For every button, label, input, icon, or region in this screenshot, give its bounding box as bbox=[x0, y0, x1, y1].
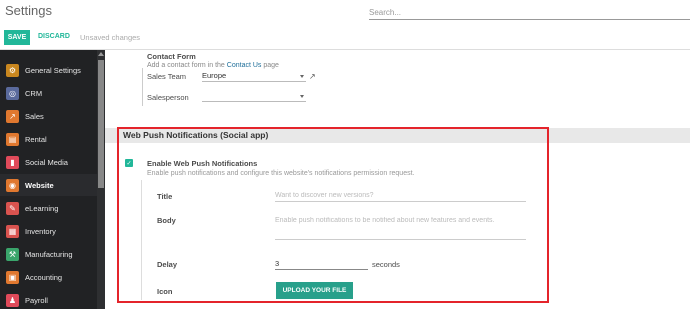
salesperson-label: Salesperson bbox=[147, 93, 189, 102]
sidebar-item-crm[interactable]: ◎ CRM bbox=[0, 82, 97, 104]
sidebar-item-inventory[interactable]: ▦ Inventory bbox=[0, 220, 97, 242]
manufacturing-icon: ⚒ bbox=[6, 247, 19, 261]
sales-team-select[interactable]: Europe bbox=[202, 71, 306, 82]
body-label: Body bbox=[157, 216, 176, 225]
elearning-icon: ✎ bbox=[6, 201, 19, 215]
rental-icon: ▤ bbox=[6, 132, 19, 146]
page-title: Settings bbox=[5, 3, 52, 18]
search-input[interactable] bbox=[369, 6, 690, 19]
website-icon: ◉ bbox=[6, 178, 19, 192]
discard-button[interactable]: DISCARD bbox=[38, 33, 70, 40]
inventory-icon: ▦ bbox=[6, 224, 19, 238]
sidebar-item-label: eLearning bbox=[25, 203, 59, 213]
sidebar-item-label: General Settings bbox=[25, 65, 81, 75]
delay-input[interactable] bbox=[275, 258, 368, 270]
sidebar-item-social-media[interactable]: ▮ Social Media bbox=[0, 151, 97, 173]
push-title-input[interactable] bbox=[275, 190, 526, 202]
settings-content: Contact Form Add a contact form in the C… bbox=[105, 50, 690, 309]
sidebar-item-label: Social Media bbox=[25, 157, 68, 167]
section-title: Web Push Notifications (Social app) bbox=[123, 130, 269, 140]
sidebar-item-website[interactable]: ◉ Website bbox=[0, 174, 97, 196]
top-header: Settings bbox=[0, 0, 690, 26]
sidebar-item-label: Rental bbox=[25, 134, 47, 144]
chevron-down-icon bbox=[300, 95, 304, 98]
social-media-icon: ▮ bbox=[6, 155, 19, 169]
sales-team-value: Europe bbox=[202, 71, 227, 80]
sidebar-item-accounting[interactable]: ▣ Accounting bbox=[0, 266, 97, 288]
sidebar-item-label: Inventory bbox=[25, 226, 56, 236]
sidebar-item-label: Payroll bbox=[25, 295, 48, 305]
contact-form-desc-prefix: Add a contact form in the bbox=[147, 62, 225, 69]
crm-icon: ◎ bbox=[6, 86, 19, 100]
sidebar-item-rental[interactable]: ▤ Rental bbox=[0, 128, 97, 150]
sidebar-item-label: Accounting bbox=[25, 272, 63, 282]
sidebar-item-payroll[interactable]: ♟ Payroll bbox=[0, 289, 97, 309]
upload-file-button[interactable]: UPLOAD YOUR FILE bbox=[276, 282, 353, 299]
delay-unit: seconds bbox=[372, 260, 400, 269]
contact-form-title: Contact Form bbox=[147, 52, 196, 61]
sidebar-item-label: CRM bbox=[25, 88, 43, 98]
external-link-icon[interactable]: ↗ bbox=[309, 72, 316, 81]
push-setting-divider bbox=[141, 180, 142, 300]
sidebar-item-elearning[interactable]: ✎ eLearning bbox=[0, 197, 97, 219]
icon-label: Icon bbox=[157, 287, 173, 296]
settings-sidebar: ⚙ General Settings ◎ CRM ↗ Sales ▤ Rental ▮ Socia… bbox=[0, 50, 105, 309]
contact-form-divider bbox=[142, 68, 143, 106]
search-box[interactable] bbox=[369, 6, 690, 20]
enable-push-checkbox[interactable]: ✓ bbox=[125, 159, 133, 167]
sidebar-item-manufacturing[interactable]: ⚒ Manufacturing bbox=[0, 243, 97, 265]
save-button[interactable]: SAVE bbox=[4, 30, 30, 45]
action-bar: SAVE DISCARD Unsaved changes bbox=[0, 26, 690, 50]
sidebar-item-label: Manufacturing bbox=[25, 249, 73, 259]
check-icon: ✓ bbox=[126, 160, 132, 167]
contact-form-description: Add a contact form in the Contact Us pag… bbox=[147, 62, 279, 69]
push-setting-description: Enable push notifications and configure … bbox=[147, 170, 415, 177]
push-setting-title: Enable Web Push Notifications bbox=[147, 159, 258, 168]
contact-form-desc-suffix: page bbox=[263, 62, 279, 69]
unsaved-status: Unsaved changes bbox=[80, 33, 141, 42]
sidebar-item-general-settings[interactable]: ⚙ General Settings bbox=[0, 59, 97, 81]
contact-us-link[interactable]: Contact Us bbox=[227, 62, 262, 69]
delay-label: Delay bbox=[157, 260, 178, 269]
sales-icon: ↗ bbox=[6, 109, 19, 123]
scroll-up-arrow-icon[interactable] bbox=[98, 52, 104, 56]
sales-team-label: Sales Team bbox=[147, 72, 187, 81]
salesperson-select[interactable] bbox=[202, 91, 306, 102]
sidebar-item-label: Sales bbox=[25, 111, 44, 121]
title-label: Title bbox=[157, 192, 173, 201]
chevron-down-icon bbox=[300, 75, 304, 78]
payroll-icon: ♟ bbox=[6, 293, 19, 307]
push-body-input[interactable] bbox=[275, 214, 526, 240]
gear-icon: ⚙ bbox=[6, 63, 19, 77]
sidebar-item-sales[interactable]: ↗ Sales bbox=[0, 105, 97, 127]
sidebar-scroll-thumb[interactable] bbox=[98, 60, 104, 188]
accounting-icon: ▣ bbox=[6, 270, 19, 284]
sidebar-item-label: Website bbox=[25, 180, 54, 190]
